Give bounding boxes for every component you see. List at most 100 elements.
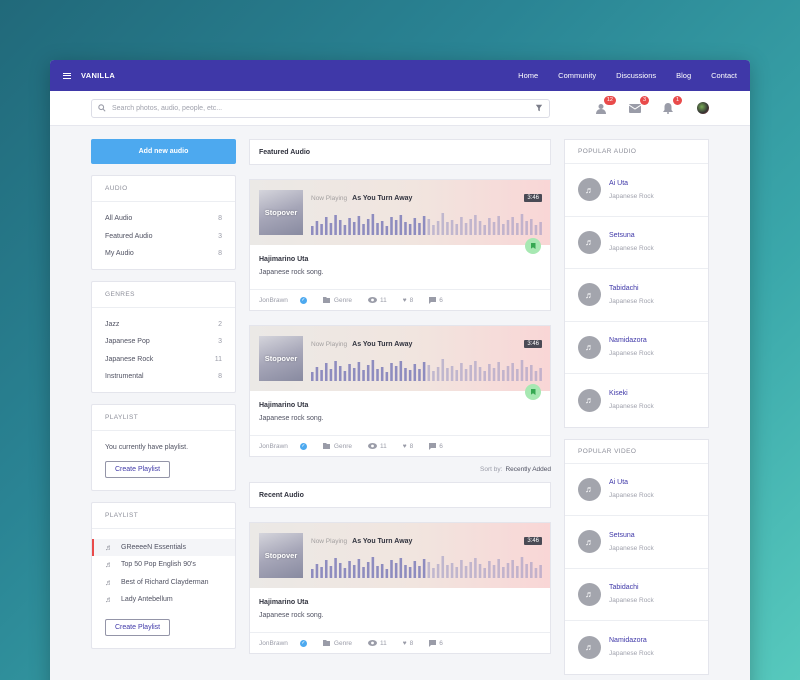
popular-item-name[interactable]: Ai Uta [609,180,654,187]
genre-item-instrumental[interactable]: Instrumental 8 [92,368,235,386]
popular-item[interactable]: ♬ Setsuna Japanese Rock [565,516,708,569]
waveform-bar [427,562,431,578]
popular-item[interactable]: ♬ Kiseki Japanese Rock [565,374,708,427]
create-playlist-button[interactable]: Create Playlist [105,618,171,636]
waveform-bar [399,215,403,235]
author-link[interactable]: JonBrawn [259,640,296,647]
waveform-bar [427,365,431,381]
playlist-item[interactable]: ♬ Top 50 Pop English 90's [92,556,235,574]
friends-icon[interactable]: 12 [595,96,616,115]
verified-icon: ✓ [299,296,307,304]
filter-icon[interactable] [535,104,543,112]
waveform-bar [506,220,510,235]
popular-item-name[interactable]: Setsuna [609,232,654,239]
track-name: As You Turn Away [352,538,413,545]
user-avatar[interactable] [697,102,709,114]
audio-item-all[interactable]: All Audio 8 [92,210,235,228]
playlist-item[interactable]: ♬ GReeeeN Essentials [92,538,235,556]
likes-count[interactable]: ♥ 8 [403,443,421,450]
bookmark-button[interactable] [525,238,541,254]
popular-item[interactable]: ♬ Namidazora Japanese Rock [565,621,708,674]
likes-count[interactable]: ♥ 8 [403,640,421,647]
waveform-bar [474,558,477,578]
sort-control[interactable]: Sort by: Recently Added [249,457,551,482]
nav-home[interactable]: Home [518,71,538,80]
popular-item[interactable]: ♬ Ai Uta Japanese Rock [565,464,708,516]
genre-link[interactable]: Genre [322,297,360,304]
likes-count[interactable]: ♥ 8 [403,297,421,304]
popular-item-name[interactable]: Namidazora [609,637,654,644]
nav-contact[interactable]: Contact [711,71,737,80]
waveform-bar [357,216,361,235]
main-feed: Featured Audio Stopover Now Playing As Yo… [249,139,551,654]
author-link[interactable]: JonBrawn [259,297,296,304]
bell-icon[interactable]: 1 [661,96,682,115]
item-count: 8 [218,215,222,223]
genre-item-jazz[interactable]: Jazz 2 [92,316,235,334]
search-input[interactable]: Search photos, audio, people, etc... [91,98,550,118]
waveform-bar [311,569,314,578]
waveform-bar [362,224,365,235]
comments-value: 6 [439,639,443,647]
audio-player[interactable]: Stopover Now Playing As You Turn Away 3:4… [250,326,550,400]
header-icons: 12 3 1 [576,96,709,115]
card-title[interactable]: Hajimarino Uta [259,402,541,409]
popular-item[interactable]: ♬ Tabidachi Japanese Rock [565,569,708,621]
item-count: 3 [218,338,222,346]
waveform-bar [418,223,421,235]
waveform[interactable] [311,554,544,578]
playlist-item[interactable]: ♬ Best of Richard Clayderman [92,574,235,592]
playlist-item[interactable]: ♬ Lady Antebellum [92,591,235,609]
genre-link[interactable]: Genre [322,640,360,647]
featured-list: Stopover Now Playing As You Turn Away 3:4… [249,179,551,457]
create-playlist-button[interactable]: Create Playlist [105,460,171,478]
nav-discussions[interactable]: Discussions [616,71,656,80]
bookmark-button[interactable] [525,384,541,400]
waveform-bar [315,564,319,578]
nav-community[interactable]: Community [558,71,596,80]
mail-icon[interactable]: 3 [628,96,649,115]
comments-count[interactable]: 6 [429,296,451,304]
comments-count[interactable]: 6 [429,442,451,450]
audio-player[interactable]: Stopover Now Playing As You Turn Away 3:4… [250,180,550,254]
card-title[interactable]: Hajimarino Uta [259,256,541,263]
waveform-bar [474,361,477,381]
comments-count[interactable]: 6 [429,639,451,647]
audio-player[interactable]: Stopover Now Playing As You Turn Away 3:4… [250,523,550,588]
brand-logo[interactable]: VANILLA [81,71,115,80]
waveform-bar [511,560,514,578]
author-link[interactable]: JonBrawn [259,443,296,450]
now-playing-label: Now Playing [311,195,348,202]
waveform[interactable] [311,211,544,235]
genre-link[interactable]: Genre [322,443,360,450]
popular-item[interactable]: ♬ Setsuna Japanese Rock [565,217,708,269]
album-cover[interactable]: Stopover [259,336,303,381]
popular-item-name[interactable]: Namidazora [609,337,654,344]
popular-item-name[interactable]: Ai Uta [609,479,654,486]
waveform-bar [483,225,486,235]
popular-item-name[interactable]: Kiseki [609,390,654,397]
popular-item[interactable]: ♬ Namidazora Japanese Rock [565,322,708,374]
waveform-bar [483,371,486,381]
popular-item[interactable]: ♬ Tabidachi Japanese Rock [565,269,708,322]
nav-blog[interactable]: Blog [676,71,691,80]
popular-item[interactable]: ♬ Ai Uta Japanese Rock [565,164,708,217]
popular-item-genre: Japanese Rock [609,544,654,552]
album-cover[interactable]: Stopover [259,190,303,235]
menu-icon[interactable] [63,72,71,79]
album-cover[interactable]: Stopover [259,533,303,578]
popular-item-name[interactable]: Tabidachi [609,584,654,591]
waveform-bar [404,565,407,578]
waveform-bar [534,568,538,578]
card-title[interactable]: Hajimarino Uta [259,599,541,606]
add-audio-button[interactable]: Add new audio [91,139,236,164]
genre-item-jpop[interactable]: Japanese Pop 3 [92,333,235,351]
popular-item-name[interactable]: Tabidachi [609,285,654,292]
waveform[interactable] [311,357,544,381]
audio-item-mine[interactable]: My Audio 8 [92,245,235,263]
playlist-panel-title: PLAYLIST [92,503,235,529]
card-description: Japanese rock song. [259,415,324,422]
audio-item-featured[interactable]: Featured Audio 3 [92,228,235,246]
popular-item-name[interactable]: Setsuna [609,532,654,539]
genre-item-jrock[interactable]: Japanese Rock 11 [92,351,235,369]
